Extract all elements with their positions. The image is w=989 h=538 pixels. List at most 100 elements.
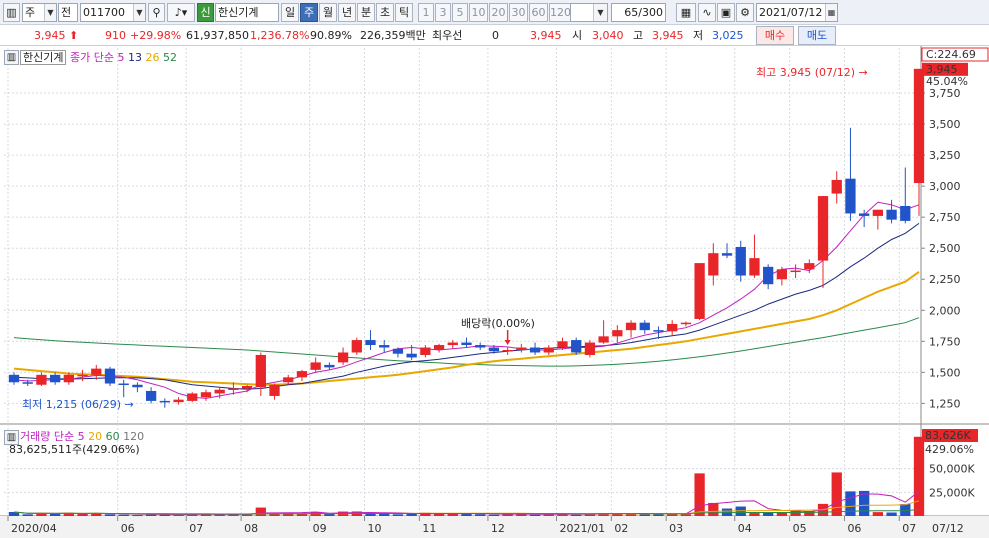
chevron-down-icon[interactable]: ▼ <box>133 4 145 21</box>
candle-body <box>831 179 842 194</box>
y-tick-label: 1,250 <box>929 397 961 410</box>
period-tab[interactable]: 초 <box>376 3 394 22</box>
volume-bar <box>49 513 61 516</box>
speaker-icon[interactable]: ♪▾ <box>167 3 195 22</box>
y-tick-label: 2,500 <box>929 242 961 255</box>
candle-body <box>708 253 719 276</box>
candle-body <box>379 345 390 348</box>
period-tab[interactable]: 일 <box>281 3 299 22</box>
volume-bar <box>406 514 417 516</box>
period-tab[interactable]: 년 <box>338 3 356 22</box>
y-tick-label: 1,500 <box>929 366 961 379</box>
legend-vma120: 120 <box>123 430 145 443</box>
candle-body <box>433 345 445 350</box>
chevron-down-icon[interactable]: ▼ <box>44 4 56 21</box>
credit-value: 0 <box>492 29 499 42</box>
y-tick-label: 1,750 <box>929 335 961 348</box>
interval-tab[interactable]: 1 <box>418 3 434 22</box>
stock-chart[interactable]: 3,750 3,500 3,250 3,000 2,750 2,500 2,250 2,000… <box>0 46 989 538</box>
search-icon[interactable]: ⚲ <box>148 3 165 22</box>
sell-button[interactable]: 매도 <box>798 26 836 45</box>
credit-label: 최우선 <box>432 29 463 42</box>
interval-dropdown[interactable]: ▼ <box>570 3 608 22</box>
candle-body <box>529 347 541 353</box>
candle-body <box>667 323 678 332</box>
candle-body <box>324 364 335 368</box>
candle-type-icon[interactable]: ▦ <box>676 3 696 22</box>
interval-tab[interactable]: 30 <box>509 3 528 22</box>
price-legend: 한신기계 종가 단순 5 13 26 52 <box>20 50 177 65</box>
volume-pct-text: 429.06% <box>925 443 974 456</box>
stock-code-input[interactable]: 011700 ▼ <box>80 3 146 22</box>
chevron-down-icon[interactable]: ▼ <box>593 4 607 21</box>
best-price: 3,945 <box>530 29 562 42</box>
up-arrow-icon: ⬆ <box>69 29 79 42</box>
candle-body <box>859 213 870 216</box>
candle-body <box>584 342 596 355</box>
market-select[interactable]: 주 ▼ <box>22 3 57 22</box>
y-tick-label: 3,250 <box>929 149 961 162</box>
x-tick-label: 2021/01 <box>559 522 605 535</box>
interval-tab[interactable]: 5 <box>452 3 468 22</box>
candle-body <box>461 342 472 346</box>
panel-menu-icon[interactable]: ▥ <box>4 50 19 65</box>
candle-body <box>817 196 829 261</box>
period-tab[interactable]: 분 <box>357 3 375 22</box>
period-tab[interactable]: 월 <box>319 3 337 22</box>
period-tab[interactable]: 주 <box>300 3 318 22</box>
interval-tab[interactable]: 120 <box>549 3 571 22</box>
volume-bar <box>694 473 705 516</box>
chart-menu-icon[interactable]: ▥ <box>3 3 20 22</box>
x-tick-label: 07 <box>902 522 916 535</box>
candle-body <box>571 340 582 353</box>
interval-tab[interactable]: 20 <box>489 3 508 22</box>
candle-body <box>104 368 116 384</box>
candle-body <box>214 389 225 394</box>
chart-canvas: 3,750 3,500 3,250 3,000 2,750 2,500 2,250 2,000… <box>0 46 989 538</box>
volume-bar <box>324 513 335 516</box>
volume-bar <box>886 512 897 516</box>
period-tab[interactable]: 틱 <box>395 3 413 22</box>
candle-body <box>132 384 143 388</box>
low-annotation: 최저 1,215 (06/29) → <box>22 398 134 411</box>
candle-body <box>900 206 911 221</box>
candle-body <box>721 253 733 256</box>
candle-body <box>187 393 198 401</box>
volume-bar <box>255 507 266 516</box>
low-label: 저 <box>693 29 704 42</box>
high-annotation: 최고 3,945 (07/12) → <box>756 66 868 79</box>
interval-tab[interactable]: 3 <box>435 3 451 22</box>
volume-bar <box>708 502 719 516</box>
legend-stock: 한신기계 <box>20 50 67 65</box>
buy-button[interactable]: 매수 <box>756 26 794 45</box>
date-input[interactable]: 2021/07/12 ▦ <box>756 3 838 22</box>
price-change: 910 <box>105 29 126 42</box>
candle-body <box>228 388 239 390</box>
gear-icon[interactable]: ⚙ <box>736 3 754 22</box>
candle-body <box>365 340 376 346</box>
x-tick-label: 11 <box>422 522 436 535</box>
candle-body <box>776 269 788 280</box>
candle-body <box>475 345 486 348</box>
x-tick-label: 07/12 <box>932 522 964 535</box>
volume-bar <box>488 514 500 516</box>
volume-bar <box>639 514 650 516</box>
y-tick-label: 2,750 <box>929 211 961 224</box>
legend-volume-ma-title: 단순 <box>53 430 75 443</box>
legend-ma-title: 종가 단순 <box>69 51 114 64</box>
x-tick-label: 12 <box>491 522 505 535</box>
legend-vma5: 5 <box>77 430 85 443</box>
volume-bar <box>132 515 143 517</box>
period-mode-select[interactable]: 전 <box>58 3 78 22</box>
candle-body <box>420 347 431 355</box>
candle-body <box>173 399 184 403</box>
candle-body <box>763 266 774 285</box>
interval-tab[interactable]: 60 <box>529 3 548 22</box>
save-icon[interactable]: ▣ <box>717 3 735 22</box>
indicator-icon[interactable]: ∿ <box>698 3 716 22</box>
candle-body <box>63 374 74 383</box>
candle-body <box>625 322 637 331</box>
candle-body <box>598 336 609 343</box>
interval-tab[interactable]: 10 <box>469 3 488 22</box>
calendar-icon[interactable]: ▦ <box>825 4 837 21</box>
